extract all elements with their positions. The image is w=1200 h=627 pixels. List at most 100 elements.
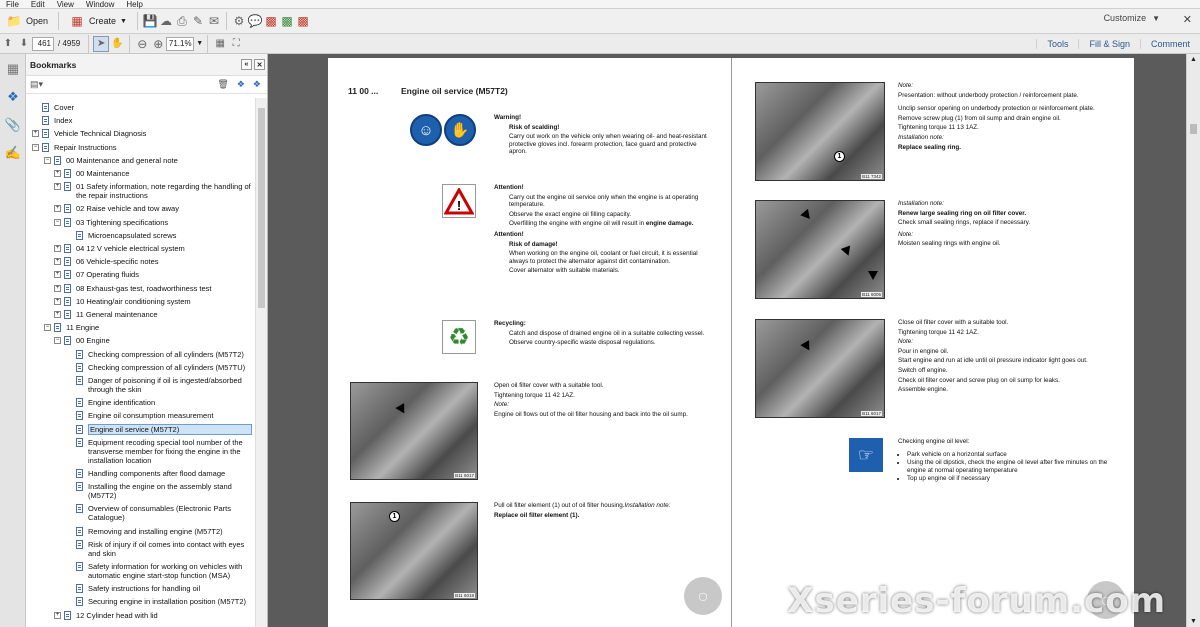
bookmark-item[interactable]: + Vehicle Technical Diagnosis <box>26 128 254 141</box>
close-icon[interactable]: ✕ <box>1183 13 1192 26</box>
collapse-icon[interactable]: − <box>44 156 51 164</box>
bookmark-item[interactable]: +04 12 V vehicle electrical system <box>26 243 254 256</box>
page-nav-bubble[interactable]: ◯ <box>684 577 722 615</box>
bookmark-item[interactable]: Index <box>26 115 254 128</box>
bookmark-item[interactable]: +10 Heating/air conditioning system <box>26 296 254 309</box>
print-icon[interactable]: ⎙ <box>174 13 190 29</box>
signature-icon[interactable]: ✍ <box>4 144 22 162</box>
tools-link[interactable]: Tools <box>1036 39 1078 49</box>
bookmark-item[interactable]: Risk of injury if oil comes into contact… <box>26 539 254 561</box>
bookmark-item[interactable]: − Repair Instructions <box>26 142 254 155</box>
document-scrollbar[interactable]: ▲ ▼ <box>1186 54 1200 627</box>
zoom-in-icon[interactable]: ⊕ <box>150 36 166 52</box>
expand-icon[interactable]: + <box>32 130 39 138</box>
page-thumbnails-icon[interactable]: ▦ <box>4 60 22 78</box>
scroll-thumb[interactable] <box>258 108 265 308</box>
bookmark-item[interactable]: +06 Vehicle-specific notes <box>26 256 254 269</box>
export-icon[interactable]: ▩ <box>279 13 295 29</box>
menu-edit[interactable]: Edit <box>25 0 51 9</box>
expand-icon[interactable]: + <box>54 284 61 292</box>
collapse-icon[interactable]: − <box>54 337 61 345</box>
bookmark-item[interactable]: − 03 Tightening specifications <box>26 217 254 230</box>
menu-help[interactable]: Help <box>120 0 148 9</box>
bookmark-item[interactable]: Securing engine in installation position… <box>26 596 254 609</box>
bookmark-item[interactable]: − 00 Maintenance and general note <box>26 155 254 168</box>
attachment-icon[interactable]: 📎 <box>4 116 22 134</box>
bookmark-item[interactable]: Checking compression of all cylinders (M… <box>26 349 254 362</box>
expand-icon[interactable]: + <box>54 183 61 191</box>
edit-icon[interactable]: ✎ <box>190 13 206 29</box>
bookmark-item[interactable]: Removing and installing engine (M57T2) <box>26 526 254 539</box>
comment-link[interactable]: Comment <box>1139 39 1200 49</box>
select-cursor-icon[interactable]: ➤ <box>93 35 110 52</box>
expand-icon[interactable]: + <box>54 271 61 279</box>
fill-sign-link[interactable]: Fill & Sign <box>1078 39 1140 49</box>
expand-icon[interactable]: + <box>54 245 61 252</box>
previous-page-icon[interactable]: ⬆ <box>0 36 16 52</box>
bookmark-item[interactable]: Overview of consumables (Electronic Part… <box>26 503 254 525</box>
expand-bookmark-icon[interactable]: ❖ <box>253 79 261 90</box>
bookmark-item[interactable]: Safety instructions for handling oil <box>26 583 254 596</box>
zoom-level-input[interactable]: 71.1% <box>166 36 195 51</box>
fit-page-icon[interactable]: ▦ <box>212 36 228 52</box>
expand-icon[interactable]: + <box>54 611 61 619</box>
options-menu-icon[interactable]: ▤▾ <box>30 79 43 90</box>
bookmark-item[interactable]: Checking compression of all cylinders (M… <box>26 362 254 375</box>
delete-icon[interactable]: 🗑 <box>217 79 228 90</box>
collapse-panel-icon[interactable]: « <box>241 59 252 70</box>
create-button[interactable]: ▦ Create ▼ <box>63 11 133 32</box>
collapse-icon[interactable]: − <box>32 143 39 151</box>
bookmark-item[interactable]: Engine identification <box>26 397 254 410</box>
bookmark-item[interactable]: Danger of poisoning if oil is ingested/a… <box>26 375 254 397</box>
bookmark-item[interactable]: Safety information for working on vehicl… <box>26 561 254 583</box>
bookmark-item[interactable]: Equipment recoding special tool number o… <box>26 437 254 468</box>
scroll-thumb[interactable] <box>1190 124 1197 134</box>
bookmark-item[interactable]: +02 Raise vehicle and tow away <box>26 203 254 216</box>
comment-icon[interactable]: 💬 <box>247 13 263 29</box>
cloud-icon[interactable]: ☁ <box>158 13 174 29</box>
expand-icon[interactable]: + <box>54 311 61 318</box>
bookmark-item[interactable]: +07 Operating fluids <box>26 269 254 282</box>
expand-icon[interactable]: + <box>54 297 61 305</box>
bookmark-item[interactable]: Engine oil consumption measurement <box>26 410 254 423</box>
customize-menu[interactable]: Customize ▼ <box>1104 13 1160 23</box>
collapse-icon[interactable]: − <box>44 324 51 332</box>
bookmark-item[interactable]: +12 Cylinder head with lid <box>26 610 254 623</box>
bookmark-icon[interactable]: ❖ <box>4 88 22 106</box>
scroll-up-icon[interactable]: ▲ <box>1190 56 1197 63</box>
menu-window[interactable]: Window <box>80 0 120 9</box>
expand-icon[interactable]: + <box>54 170 61 177</box>
bookmark-item[interactable]: Installing the engine on the assembly st… <box>26 481 254 503</box>
gear-icon[interactable]: ⚙ <box>231 13 247 29</box>
hand-tool-icon[interactable]: ✋ <box>109 36 125 52</box>
pdf-icon[interactable]: ▩ <box>263 13 279 29</box>
next-page-icon[interactable]: ⬇ <box>16 36 32 52</box>
zoom-out-icon[interactable]: ⊖ <box>134 36 150 52</box>
pdf-edit-icon[interactable]: ▩ <box>295 13 311 29</box>
collapse-icon[interactable]: − <box>54 218 61 226</box>
menu-file[interactable]: File <box>0 0 25 9</box>
bookmark-item[interactable]: Handling components after flood damage <box>26 468 254 481</box>
bookmark-item[interactable]: +08 Exhaust-gas test, roadworthiness tes… <box>26 283 254 296</box>
fullscreen-icon[interactable]: ⛶ <box>228 36 244 52</box>
new-bookmark-icon[interactable]: ❖ <box>237 79 245 90</box>
zoom-dropdown-icon[interactable]: ▼ <box>196 40 203 47</box>
page-number-input[interactable]: 461 <box>32 36 54 51</box>
bookmark-item[interactable]: +11 General maintenance <box>26 309 254 322</box>
bookmark-item[interactable]: − 00 Engine <box>26 335 254 348</box>
bookmark-item[interactable]: Microencapsulated screws <box>26 230 254 243</box>
expand-icon[interactable]: + <box>54 205 61 213</box>
bookmark-item[interactable]: − 11 Engine <box>26 322 254 335</box>
open-button[interactable]: 📁 Open <box>0 11 54 32</box>
bookmark-item[interactable]: Cover <box>26 102 254 115</box>
save-icon[interactable]: 💾 <box>142 13 158 29</box>
scroll-down-icon[interactable]: ▼ <box>1190 618 1197 625</box>
expand-icon[interactable]: + <box>54 258 61 266</box>
bookmark-item[interactable]: Engine oil service (M57T2) <box>26 423 254 437</box>
bookmarks-scrollbar[interactable] <box>255 98 267 627</box>
menu-view[interactable]: View <box>51 0 80 9</box>
mail-icon[interactable]: ✉ <box>206 13 222 29</box>
close-panel-icon[interactable]: ✕ <box>254 59 265 70</box>
bookmark-item[interactable]: +00 Maintenance <box>26 168 254 181</box>
bookmark-item[interactable]: +01 Safety information, note regarding t… <box>26 181 254 203</box>
